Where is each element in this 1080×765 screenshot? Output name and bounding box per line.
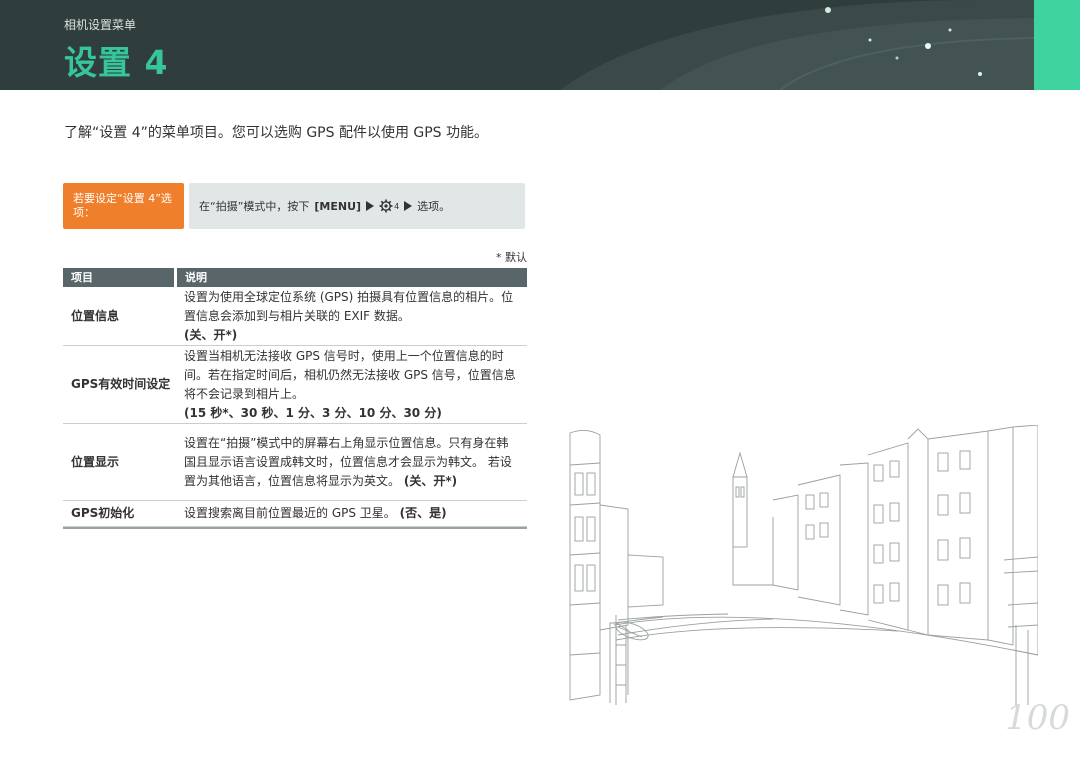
table-row: 位置信息 设置为使用全球定位系统 (GPS) 拍摄具有位置信息的相片。位置信息会… — [63, 287, 527, 346]
settings-table: 项目 说明 位置信息 设置为使用全球定位系统 (GPS) 拍摄具有位置信息的相片… — [63, 268, 527, 529]
page-header: 相机设置菜单 设置 4 — [0, 0, 1080, 90]
row-desc: 设置为使用全球定位系统 (GPS) 拍摄具有位置信息的相片。位置信息会添加到与相… — [184, 289, 514, 342]
row-item: GPS有效时间设定 — [71, 377, 171, 391]
triangle-right-icon — [366, 201, 375, 211]
howto-instructions: 在“拍摄”模式中，按下 [MENU] 4 选项。 — [189, 183, 525, 229]
header-item: 项目 — [63, 268, 174, 287]
chapter-tab[interactable] — [1034, 0, 1080, 90]
menu-key-label: [MENU] — [314, 199, 362, 213]
gear-number: 4 — [394, 201, 400, 211]
table-row: GPS初始化 设置搜索离目前位置最近的 GPS 卫星。 (否、是) — [63, 501, 527, 527]
row-options: (关、开*) — [403, 473, 458, 488]
row-desc: 设置当相机无法接收 GPS 信号时，使用上一个位置信息的时间。若在指定时间后，相… — [184, 348, 516, 420]
gear-icon: 4 — [379, 199, 399, 213]
row-item: GPS初始化 — [71, 506, 135, 520]
section-subtitle: 相机设置菜单 — [64, 18, 137, 32]
page-title: 设置 4 — [64, 43, 169, 82]
row-options: (否、是) — [399, 506, 447, 520]
row-desc: 设置在“拍摄”模式中的屏幕右上角显示位置信息。只有身在韩国且显示语言设置成韩文时… — [184, 435, 512, 488]
triangle-right-icon — [404, 201, 413, 211]
row-item: 位置信息 — [71, 308, 120, 323]
intro-text: 了解“设置 4”的菜单项目。您可以选购 GPS 配件以使用 GPS 功能。 — [64, 125, 489, 141]
howto-suffix: 选项。 — [417, 200, 451, 213]
howto-label: 若要设定“设置 4”选项： — [63, 183, 184, 229]
row-desc: 设置搜索离目前位置最近的 GPS 卫星。 (否、是) — [184, 506, 447, 520]
howto-box: 若要设定“设置 4”选项： 在“拍摄”模式中，按下 [MENU] 4 选项。 — [63, 183, 525, 229]
default-note: * 默认 — [496, 251, 527, 264]
howto-prefix: 在“拍摄”模式中，按下 — [199, 200, 310, 213]
row-options: (15 秒*、30 秒、1 分、3 分、10 分、30 分) — [184, 405, 442, 420]
page-number: 100 — [1005, 698, 1070, 738]
row-options: (关、开*) — [184, 327, 238, 342]
table-row: GPS有效时间设定 设置当相机无法接收 GPS 信号时，使用上一个位置信息的时间… — [63, 346, 527, 424]
table-row: 位置显示 设置在“拍摄”模式中的屏幕右上角显示位置信息。只有身在韩国且显示语言设… — [63, 424, 527, 501]
row-item: 位置显示 — [71, 454, 120, 469]
city-sketch-illustration — [569, 425, 1038, 705]
